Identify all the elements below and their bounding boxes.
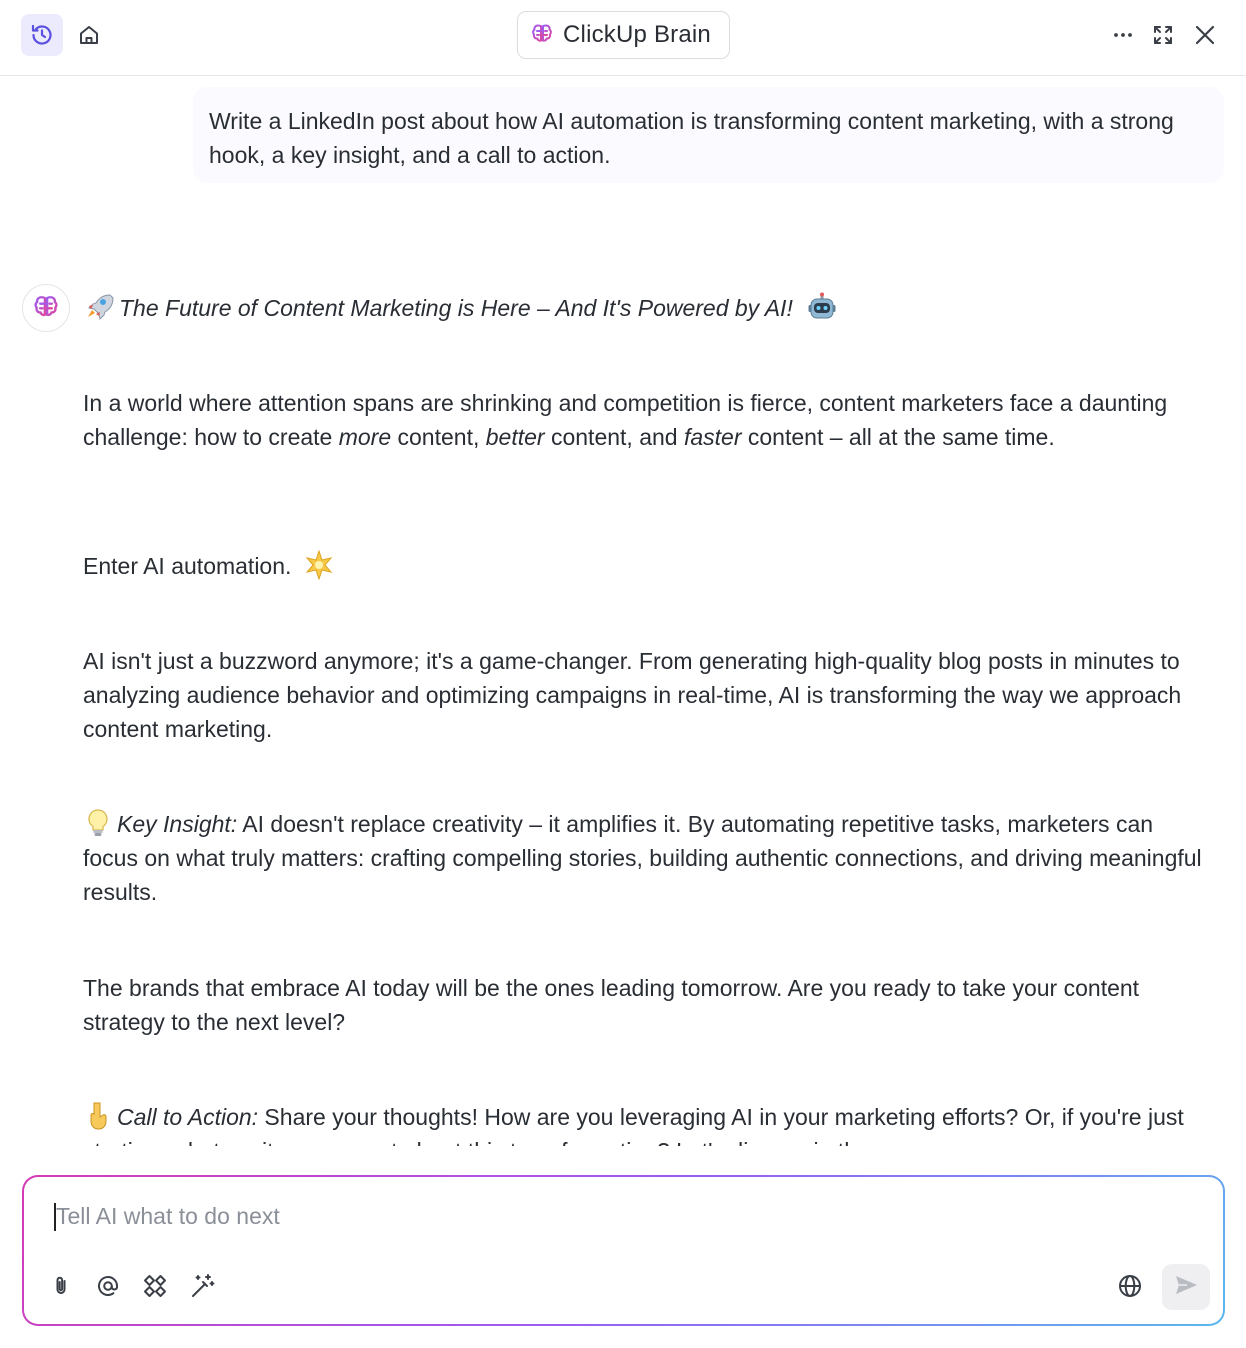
lightbulb-emoji-icon — [83, 808, 113, 838]
ai-avatar — [22, 284, 70, 332]
intro-text-c: content, and — [544, 424, 684, 450]
web-search-toggle[interactable] — [1113, 1271, 1147, 1305]
response-paragraph-intro: In a world where attention spans are shr… — [83, 386, 1213, 454]
response-paragraph-gamechanger: AI isn't just a buzzword anymore; it's a… — [83, 648, 1182, 742]
rocket-emoji-icon — [83, 290, 115, 322]
attach-button[interactable] — [44, 1271, 78, 1305]
globe-icon — [1117, 1273, 1143, 1304]
clickup-brain-panel: ClickUp Brain Write a LinkedIn post abou… — [0, 0, 1246, 1348]
apps-icon — [142, 1273, 168, 1304]
enter-ai-text: Enter AI automation. — [83, 553, 292, 579]
brain-logo-icon — [32, 292, 60, 325]
prompt-input-area[interactable]: Tell AI what to do next — [24, 1177, 1223, 1324]
apps-button[interactable] — [138, 1271, 172, 1305]
history-icon — [29, 22, 55, 48]
robot-emoji-icon — [807, 292, 837, 322]
response-headline: The Future of Content Marketing is Here … — [119, 295, 793, 321]
prompt-placeholder: Tell AI what to do next — [56, 1203, 280, 1229]
sparkle-emoji-icon — [304, 550, 334, 580]
pointing-down-emoji-icon — [83, 1101, 113, 1131]
prompt-composer: Tell AI what to do next — [22, 1175, 1225, 1326]
response-paragraph-brands: The brands that embrace AI today will be… — [83, 975, 1140, 1035]
intro-emphasis-better: better — [485, 424, 545, 450]
send-icon — [1173, 1272, 1199, 1303]
intro-text-d: content – all at the same time. — [741, 424, 1055, 450]
response-paragraph-insight: Key Insight: AI doesn't replace creativi… — [83, 807, 1213, 909]
magic-icon — [190, 1273, 216, 1304]
intro-emphasis-more: more — [338, 424, 392, 450]
response-headline-line: The Future of Content Marketing is Here … — [83, 290, 1213, 325]
ai-response: The Future of Content Marketing is Here … — [83, 0, 1213, 1146]
cta-label: Call to Action: — [117, 1104, 259, 1130]
response-paragraph-cta: Call to Action: Share your thoughts! How… — [83, 1100, 1213, 1146]
history-button[interactable] — [21, 14, 63, 56]
attach-icon — [49, 1274, 73, 1303]
response-paragraph-enter: Enter AI automation. — [83, 549, 1213, 583]
intro-text-b: content, — [391, 424, 486, 450]
magic-button[interactable] — [186, 1271, 220, 1305]
send-button[interactable] — [1162, 1264, 1210, 1310]
key-insight-label: Key Insight: — [117, 811, 238, 837]
mention-icon — [96, 1274, 120, 1303]
mention-button[interactable] — [91, 1271, 125, 1305]
intro-emphasis-faster: faster — [683, 424, 742, 450]
key-insight-text: AI doesn't replace creativity – it ampli… — [83, 811, 1202, 905]
